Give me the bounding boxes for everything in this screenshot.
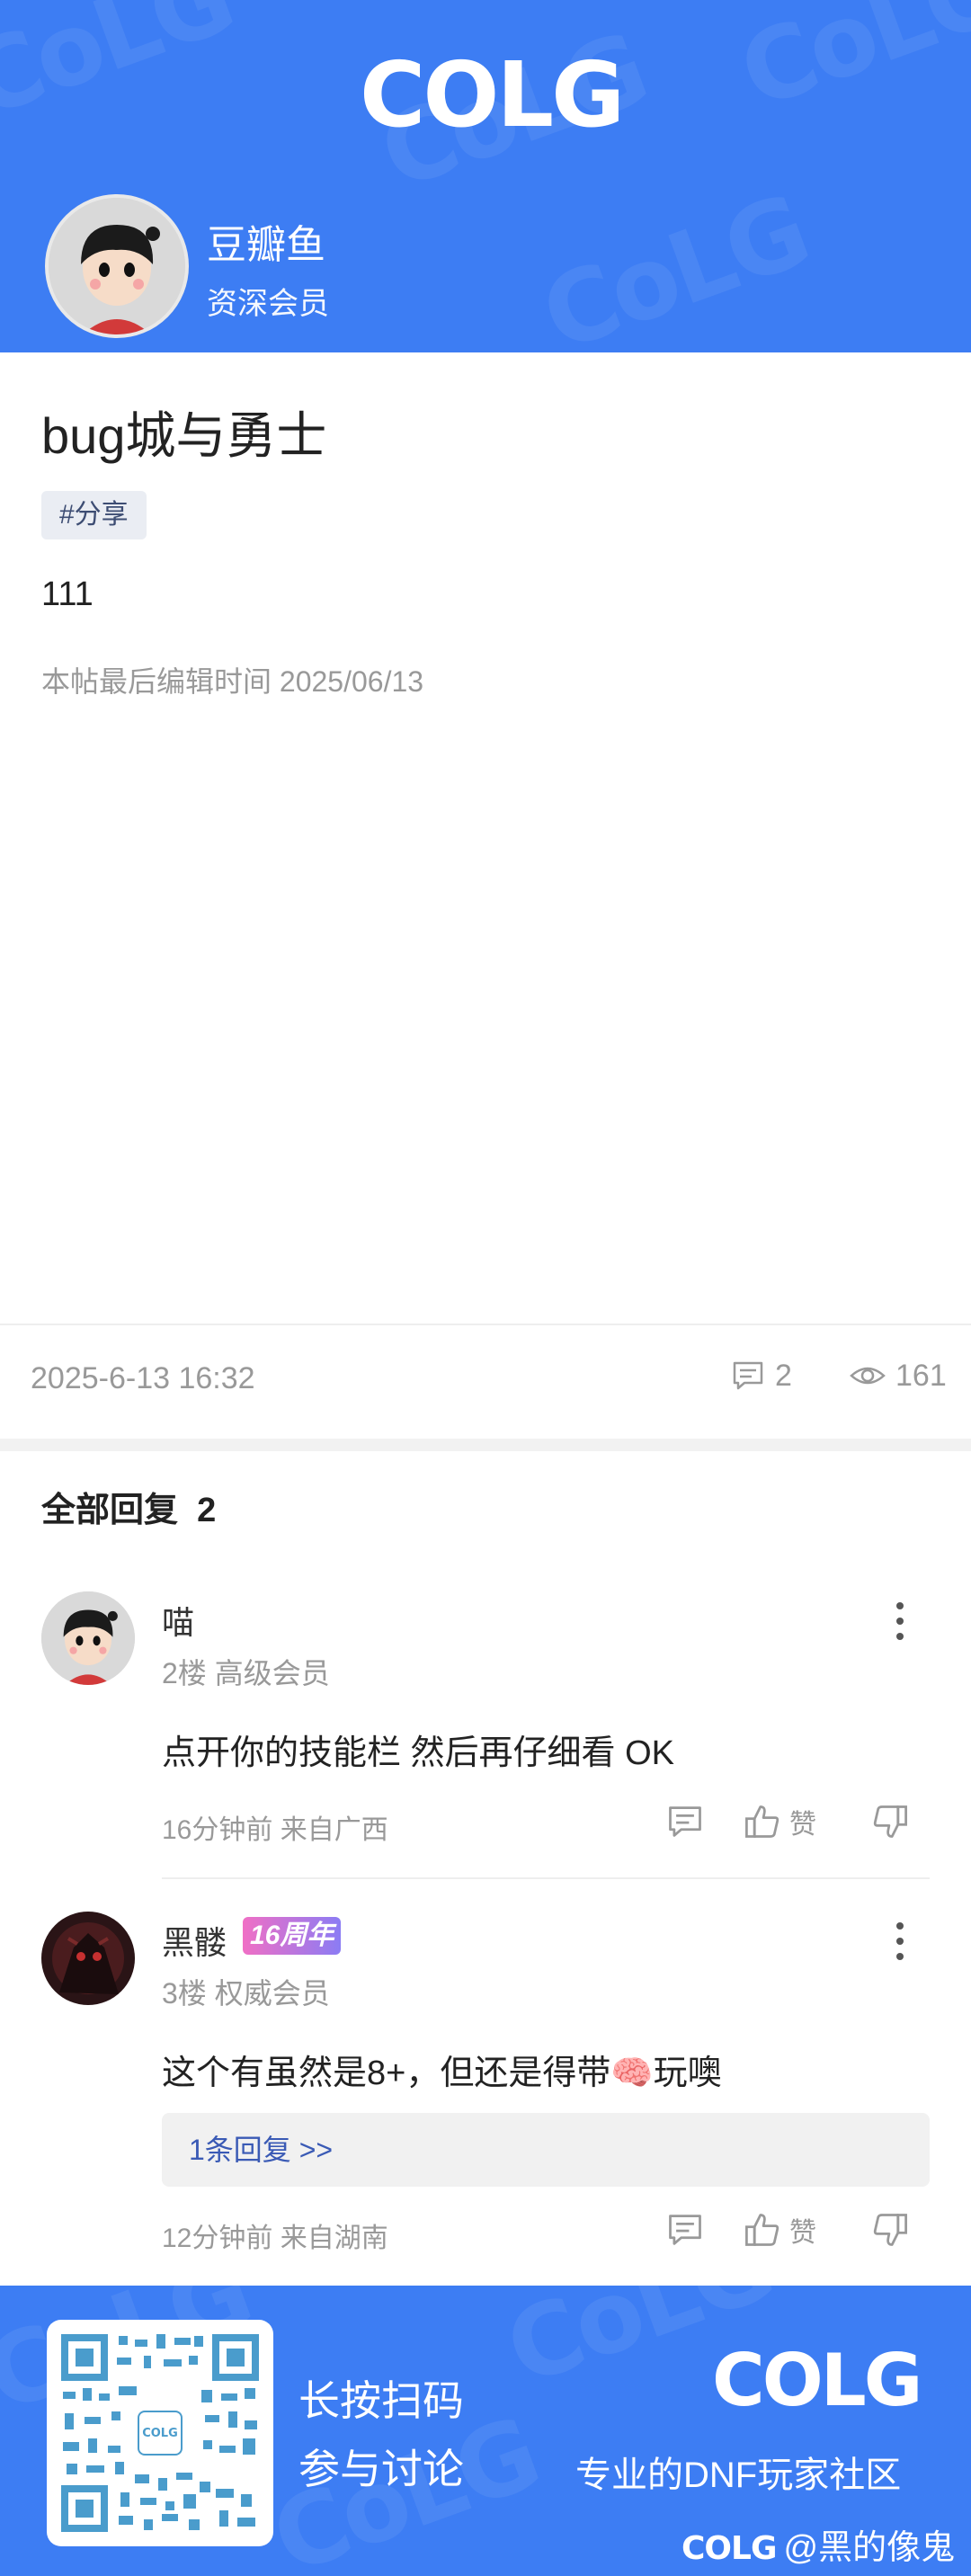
qr-code[interactable]: COLG xyxy=(47,2320,273,2546)
reply-text: 这个有虽然是8+，但还是得带🧠玩噢 xyxy=(162,2055,722,2092)
colg-logo: COLG xyxy=(360,42,625,147)
replies-title: 全部回复 xyxy=(41,1492,179,1529)
avatar-image xyxy=(41,1912,135,2005)
avatar-image xyxy=(49,198,185,334)
qr-center-logo: COLG xyxy=(138,2411,183,2456)
colg-logo: COLG xyxy=(712,2339,922,2422)
like-button[interactable]: 赞 xyxy=(743,2210,816,2250)
reply-actions: 赞 xyxy=(665,2210,910,2250)
post-header: CoLG CoLG CoLG CoLG COLG 豆瓣鱼 资深会员 xyxy=(0,0,971,352)
reply-username[interactable]: 喵 xyxy=(162,1597,194,1644)
like-label: 赞 xyxy=(789,2218,816,2248)
comment-icon xyxy=(669,2215,701,2245)
reply-time-location: 16分钟前 来自广西 xyxy=(162,1815,388,1845)
more-options-icon[interactable] xyxy=(886,1919,913,1964)
colg-small-logo: COLG xyxy=(681,2530,778,2567)
eye-icon xyxy=(850,1367,886,1385)
thumbs-down-icon xyxy=(873,1805,907,1838)
author-credit: COLG @黑的像鬼 xyxy=(681,2519,955,2569)
replies-header: 全部回复 2 xyxy=(41,1482,216,1531)
post-meta-row: 2025-6-13 16:32 2 161 xyxy=(0,1324,971,1439)
replies-count: 2 xyxy=(197,1492,217,1529)
thumbs-down-icon xyxy=(873,2214,907,2246)
reply-time-location: 12分钟前 来自湖南 xyxy=(162,2224,388,2253)
comment-icon xyxy=(669,1806,701,1837)
post-date: 2025-6-13 16:32 xyxy=(31,1361,255,1395)
post-tag[interactable]: #分享 xyxy=(41,491,147,539)
watermark: CoLG xyxy=(726,0,971,131)
reply-avatar[interactable] xyxy=(41,1912,135,2005)
reply-floor-level: 3楼 权威会员 xyxy=(162,1977,330,2010)
dislike-button[interactable] xyxy=(870,2210,910,2250)
reply-button[interactable] xyxy=(665,1802,705,1841)
view-sub-replies-link[interactable]: 1条回复 >> xyxy=(162,2113,930,2187)
reply-text: 点开你的技能栏 然后再仔细看 OK xyxy=(162,1734,675,1772)
author-role: 资深会员 xyxy=(207,287,329,321)
reply-button[interactable] xyxy=(665,2210,705,2250)
like-button[interactable]: 赞 xyxy=(743,1802,816,1841)
thumbs-up-icon xyxy=(745,2214,779,2246)
author-name[interactable]: 豆瓣鱼 xyxy=(207,212,325,270)
view-count-value: 161 xyxy=(895,1358,947,1393)
thumbs-up-icon xyxy=(745,1805,779,1838)
dislike-button[interactable] xyxy=(870,1802,910,1841)
section-divider xyxy=(0,1439,971,1451)
comment-count[interactable]: 2 xyxy=(730,1358,792,1394)
credit-text: @黑的像鬼 xyxy=(783,2529,956,2567)
post-body: 111 xyxy=(41,575,94,613)
join-prompt: 参与讨论 xyxy=(298,2446,464,2492)
watermark: CoLG xyxy=(528,173,822,352)
anniversary-badge: 16周年 xyxy=(243,1917,342,1955)
more-options-icon[interactable] xyxy=(886,1599,913,1644)
share-footer: CoLG CoLG CoLG xyxy=(0,2286,971,2576)
reply-separator xyxy=(162,1877,930,1879)
comment-icon xyxy=(733,1361,763,1390)
avatar-image xyxy=(41,1591,135,1685)
slogan: 专业的DNF玩家社区 xyxy=(575,2456,902,2495)
watermark: CoLG xyxy=(0,0,246,140)
reply-floor-level: 2楼 高级会员 xyxy=(162,1657,330,1689)
scan-prompt: 长按扫码 xyxy=(298,2377,464,2424)
post-title: bug城与勇士 xyxy=(41,407,327,464)
reply-username[interactable]: 黑髅 xyxy=(162,1917,227,1964)
comment-count-value: 2 xyxy=(775,1358,792,1393)
reply-actions: 赞 xyxy=(665,1802,910,1841)
reply-avatar[interactable] xyxy=(41,1591,135,1685)
author-avatar[interactable] xyxy=(45,194,189,338)
like-label: 赞 xyxy=(789,1810,816,1840)
edit-time: 本帖最后编辑时间 2025/06/13 xyxy=(41,665,424,698)
view-count: 161 xyxy=(849,1358,947,1394)
